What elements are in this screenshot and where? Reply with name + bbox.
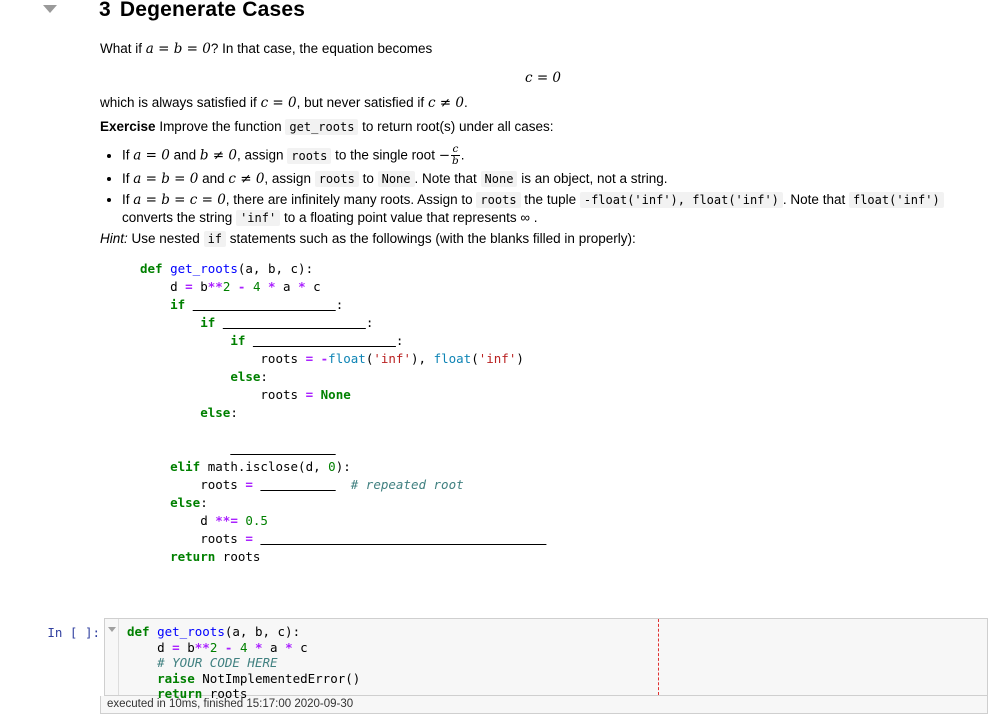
code-line: def get_roots(a, b, c): — [127, 624, 301, 639]
math-c-neq-0: c ≠ 0 — [228, 171, 265, 188]
text-segment: statements such as the followings (with … — [226, 231, 636, 247]
fraction-numerator: c — [452, 143, 459, 155]
hint-code-line: else: — [170, 495, 208, 511]
text-segment: to a floating point value that represent… — [280, 210, 538, 226]
code-line: # YOUR CODE HERE — [157, 655, 278, 671]
inline-code-none: None — [377, 171, 415, 188]
hint-code-line — [140, 441, 336, 456]
text-segment: , assign — [236, 147, 288, 163]
fraction-sign: − — [438, 147, 451, 164]
hint-code-line: d = b**2 - 4 * a * c — [140, 279, 321, 295]
text-segment: Use nested — [127, 231, 204, 247]
code-line: d = b**2 - 4 * a * c — [127, 639, 308, 655]
text-segment: . Note that — [414, 171, 481, 187]
cell-input-prompt: In [ ]: — [47, 625, 100, 640]
hint-code-line: elif math.isclose(d, 0): — [170, 459, 351, 475]
list-item: If a = 0 and b ≠ 0, assign roots to the … — [122, 143, 990, 168]
list-item: If a = b = 0 and c ≠ 0, assign roots to … — [122, 170, 990, 188]
list-item: If a = b = c = 0, there are infinitely m… — [122, 191, 990, 227]
text-segment: , but never satisfied if — [296, 95, 428, 110]
inline-code-float-inf: float('inf') — [848, 192, 944, 209]
text-segment: to — [358, 171, 378, 187]
hint-code-line: roots = # repeated root — [140, 477, 464, 493]
text-segment: and — [169, 147, 200, 163]
text-segment: , assign — [264, 171, 315, 187]
inline-code-none: None — [480, 171, 518, 188]
code-cell-row: In [ ]: def get_roots(a, b, c): d = b**2… — [40, 618, 988, 701]
code-line: raise NotImplementedError() — [157, 670, 361, 686]
math-c-eq-0: c = 0 — [260, 95, 297, 111]
math-c-neq-0: c ≠ 0 — [427, 95, 464, 111]
fraction-c-over-b: cb — [451, 143, 460, 168]
inline-code-roots: roots — [314, 171, 359, 188]
text-segment: . — [460, 147, 465, 163]
column-ruler-line — [658, 619, 659, 695]
text-segment: . Note that — [782, 192, 849, 208]
hint-code-line: def get_roots(a, b, c): — [140, 261, 314, 277]
text-segment: converts the string — [122, 210, 237, 226]
display-equation: c = 0 — [100, 70, 986, 86]
inline-code-inf-tuple: -float('inf'), float('inf') — [579, 192, 783, 209]
cell-collapse-triangle-down-icon[interactable] — [108, 627, 116, 632]
paragraph-hint: Hint: Use nested if statements such as t… — [100, 230, 990, 248]
fraction-denominator: b — [451, 155, 460, 168]
inline-code-roots: roots — [287, 147, 332, 164]
hint-code-line: roots = — [140, 531, 253, 547]
text-segment: If — [122, 192, 134, 208]
hint-code-block: def get_roots(a, b, c): d = b**2 - 4 * a… — [140, 260, 990, 566]
markdown-cell[interactable]: What if a = b = 0? In that case, the equ… — [100, 40, 990, 566]
paragraph-what-if: What if a = b = 0? In that case, the equ… — [100, 40, 990, 58]
section-collapse-triangle-down-icon[interactable] — [43, 5, 57, 13]
paragraph-which-is-satisfied: which is always satisfied if c = 0, but … — [100, 94, 990, 112]
text-segment: and — [198, 171, 229, 187]
hint-code-line: else: — [230, 369, 268, 385]
text-segment: is an object, not a string. — [517, 171, 668, 187]
math-a-eq-b-eq-0: a = b = 0 — [145, 41, 211, 57]
inline-code-if: if — [203, 231, 227, 248]
hint-code-line: return roots — [170, 549, 261, 565]
text-segment: to the single root — [331, 147, 439, 163]
code-line: return roots — [157, 686, 248, 702]
hint-label: Hint: — [100, 231, 128, 247]
code-cell[interactable]: In [ ]: def get_roots(a, b, c): d = b**2… — [40, 618, 988, 714]
math-a-eq-b-eq-c-eq-0: a = b = c = 0 — [133, 192, 226, 209]
inline-code-inf-string: 'inf' — [236, 210, 281, 227]
cases-list: If a = 0 and b ≠ 0, assign roots to the … — [100, 143, 990, 227]
text-segment: to return root(s) under all cases: — [358, 119, 554, 134]
hint-code-line: roots = None — [140, 387, 351, 403]
text-segment: If — [122, 171, 134, 187]
exercise-label: Exercise — [100, 119, 156, 134]
equation-c-equals-0: c = 0 — [524, 70, 562, 86]
section-title: Degenerate Cases — [119, 0, 306, 21]
math-b-neq-0: b ≠ 0 — [199, 147, 237, 164]
paragraph-exercise: Exercise Improve the function get_roots … — [100, 118, 990, 136]
inline-code-get-roots: get_roots — [285, 119, 359, 135]
math-a-eq-b-eq-0: a = b = 0 — [133, 171, 199, 188]
code-editor-content[interactable]: def get_roots(a, b, c): d = b**2 - 4 * a… — [105, 619, 987, 702]
math-a-eq-0: a = 0 — [133, 147, 170, 164]
code-editor[interactable]: def get_roots(a, b, c): d = b**2 - 4 * a… — [104, 618, 988, 701]
text-segment: the tuple — [520, 192, 580, 208]
hint-code-line: if : — [170, 297, 344, 313]
inline-code-roots: roots — [476, 192, 521, 209]
hint-code-line: if : — [230, 333, 404, 349]
hint-code-line: d **= 0.5 — [140, 513, 268, 529]
text-segment: ? In that case, the equation becomes — [210, 41, 433, 56]
text-segment: What if — [100, 41, 146, 56]
text-segment: , there are infinitely many roots. Assig… — [225, 192, 477, 208]
text-segment: which is always satisfied if — [100, 95, 261, 110]
hint-code-line: roots = -float('inf'), float('inf') — [140, 351, 524, 367]
section-number: 3 — [99, 0, 111, 21]
editor-gutter-divider — [118, 619, 119, 695]
text-segment: . — [463, 95, 468, 110]
text-segment: Improve the function — [155, 119, 286, 134]
hint-code-line: if : — [200, 315, 374, 331]
page-title: 3 Degenerate Cases — [99, 0, 305, 22]
text-segment: If — [122, 147, 134, 163]
hint-code-line: else: — [200, 405, 238, 421]
